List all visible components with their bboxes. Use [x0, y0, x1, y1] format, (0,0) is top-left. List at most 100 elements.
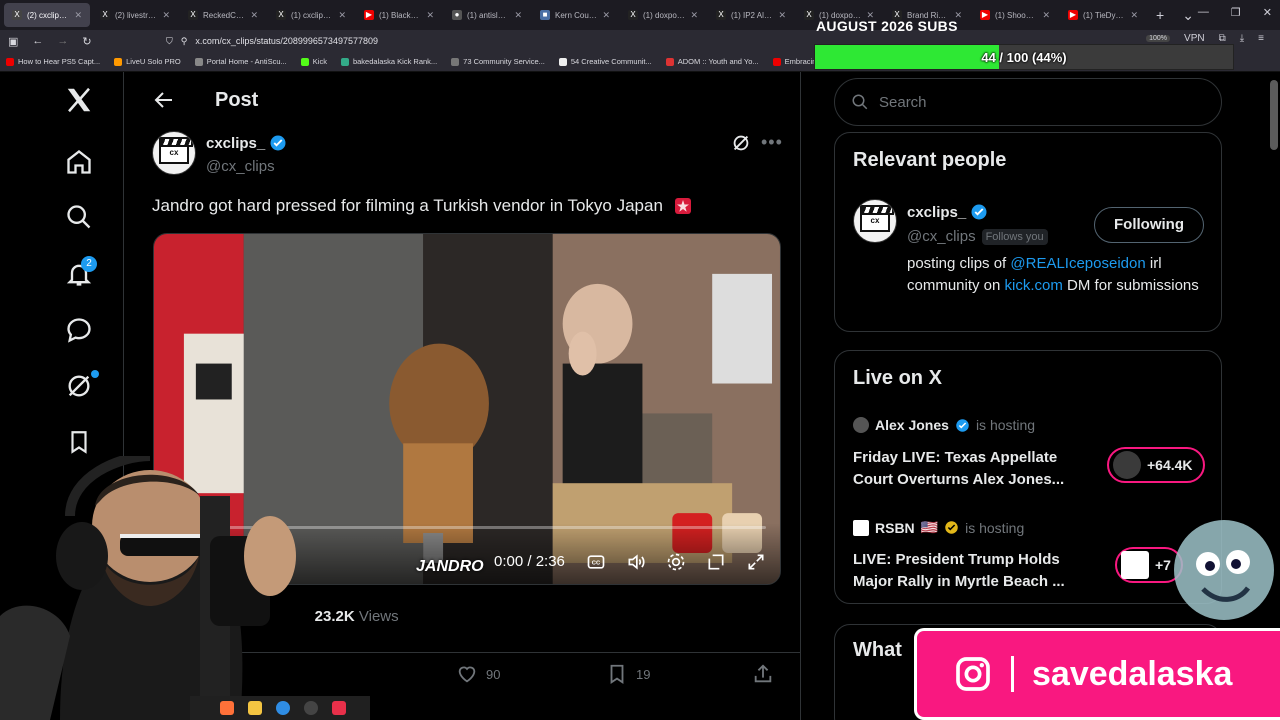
tab-label: (1) antislave.com	[467, 10, 510, 20]
browser-tab[interactable]: X (2) cxclips_ on X ✕	[4, 3, 90, 27]
bookmark-item[interactable]: LiveU Solo PRO	[114, 57, 181, 66]
bookmark-button[interactable]: 19	[606, 663, 650, 685]
search-icon[interactable]	[63, 201, 95, 233]
reload-button[interactable]: ↻	[82, 35, 91, 48]
bookmark-favicon-icon	[6, 57, 14, 66]
file-explorer-taskbar-icon[interactable]	[248, 701, 262, 715]
live-host-row[interactable]: RSBN 🇺🇸 is hosting	[853, 519, 1024, 536]
fullscreen-icon[interactable]	[746, 552, 766, 572]
hosting-label: is hosting	[965, 519, 1025, 536]
tab-close-icon[interactable]: ✕	[514, 10, 522, 21]
search-icon	[852, 94, 868, 110]
browser-tab[interactable]: X ReckedClips on X ✕	[180, 3, 266, 27]
scrollbar-thumb[interactable]	[1270, 80, 1278, 150]
downloads-icon[interactable]: ⤓	[1240, 33, 1244, 44]
live-listeners-pill[interactable]: +64.4K	[1107, 447, 1205, 483]
edge-taskbar-icon[interactable]	[276, 701, 290, 715]
tab-favicon-icon: X	[716, 10, 726, 20]
tab-close-icon[interactable]: ✕	[426, 10, 434, 21]
browser-tab[interactable]: X (1) doxpopolie on ✕	[620, 3, 706, 27]
share-button[interactable]	[752, 663, 774, 685]
live-host-row[interactable]: Alex Jones is hosting	[853, 417, 1035, 433]
hosting-label: is hosting	[975, 417, 1036, 433]
tab-close-icon[interactable]: ✕	[250, 10, 258, 21]
tab-favicon-icon: ■	[540, 10, 550, 20]
back-button[interactable]: ←	[32, 35, 43, 47]
bookmark-item[interactable]: 54 Creative Communit...	[558, 57, 652, 66]
firefox-taskbar-icon[interactable]	[220, 701, 234, 715]
app-taskbar-icon[interactable]	[332, 701, 346, 715]
tab-close-icon[interactable]: ✕	[74, 10, 82, 21]
url-bar[interactable]: ⛉ ⚲ x.com/cx_clips/status/20899965734975…	[166, 32, 806, 50]
relevant-people-title: Relevant people	[853, 149, 1007, 171]
bookmark-item[interactable]: How to Hear PS5 Capt...	[6, 57, 100, 66]
tab-close-icon[interactable]: ✕	[690, 10, 698, 21]
tab-label: (1) BlackAssDave	[379, 10, 421, 20]
bookmark-item[interactable]: 73 Community Service...	[451, 57, 545, 66]
bookmark-label: bakedalaska Kick Rank...	[352, 57, 438, 66]
bookmark-nav-icon[interactable]	[63, 426, 95, 458]
live-item-title[interactable]: Friday LIVE: Texas Appellate Court Overt…	[853, 447, 1093, 491]
bookmark-item[interactable]: Kick	[300, 57, 327, 66]
messages-icon[interactable]	[63, 314, 95, 346]
bio-url-link[interactable]: kick.com	[1005, 277, 1063, 294]
tab-close-icon[interactable]: ✕	[338, 10, 346, 21]
pip-icon[interactable]	[706, 552, 726, 572]
author-handle[interactable]: @cx_clips	[206, 158, 275, 175]
tab-label: ReckedClips on X	[203, 10, 246, 20]
tab-close-icon[interactable]: ✕	[162, 10, 170, 21]
tab-close-icon[interactable]: ✕	[602, 10, 610, 21]
menu-icon[interactable]: ≡	[1258, 33, 1264, 44]
captions-icon[interactable]: CC	[586, 552, 606, 572]
bookmark-favicon-icon	[451, 57, 460, 66]
post-header: Post	[124, 72, 800, 128]
browser-tab[interactable]: X (1) cxclips_ on X ✕	[268, 3, 354, 27]
bookmark-favicon-icon	[665, 57, 674, 66]
site-info-icon[interactable]: ⚲	[181, 36, 188, 47]
bio-mention-link[interactable]: @REALIceposeidon	[1010, 255, 1145, 272]
x-logo-icon[interactable]	[63, 84, 95, 116]
following-button[interactable]: Following	[1094, 207, 1204, 243]
close-window-button[interactable]: ✕	[1263, 6, 1272, 19]
instagram-banner: savedalaska	[914, 628, 1280, 720]
tab-favicon-icon: X	[804, 10, 814, 20]
bookmark-label: ADOM :: Youth and Yo...	[677, 57, 759, 66]
banner-separator	[1011, 656, 1014, 692]
browser-tab[interactable]: X (2) livestreamclips ✕	[92, 3, 178, 27]
tab-favicon-icon: X	[628, 10, 638, 20]
bookmark-item[interactable]: Portal Home - AntiScu...	[194, 57, 287, 66]
forward-button[interactable]: →	[57, 35, 68, 47]
more-options-icon[interactable]: •••	[761, 132, 783, 153]
back-arrow-icon[interactable]	[152, 88, 176, 112]
sidebar-toggle-icon[interactable]: ▣	[8, 35, 18, 48]
volume-icon[interactable]	[626, 552, 646, 572]
browser-tab[interactable]: ● (1) antislave.com ✕	[444, 3, 530, 27]
subs-goal-title: AUGUST 2026 SUBS	[816, 18, 958, 34]
relevant-avatar[interactable]: cx	[853, 199, 897, 243]
like-button[interactable]: 90	[456, 663, 500, 685]
pill-avatar	[1113, 451, 1141, 479]
obs-taskbar-icon[interactable]	[304, 701, 318, 715]
verified-badge-icon	[971, 204, 987, 220]
author-name[interactable]: cxclips_	[206, 134, 287, 152]
host-name: Alex Jones	[875, 417, 949, 433]
tab-close-icon[interactable]: ✕	[778, 10, 786, 21]
grok-explain-icon[interactable]	[730, 132, 752, 159]
listener-count: +64.4K	[1147, 457, 1193, 473]
search-input[interactable]: Search	[834, 78, 1222, 126]
bookmark-item[interactable]: ADOM :: Youth and Yo...	[665, 57, 759, 66]
video-time: 0:00 / 2:36	[494, 553, 565, 570]
bookmark-item[interactable]: bakedalaska Kick Rank...	[340, 57, 438, 66]
browser-tab[interactable]: ▶ (1) BlackAssDave ✕	[356, 3, 442, 27]
tab-favicon-icon: X	[188, 10, 198, 20]
browser-tab[interactable]: X (1) IP2 Always Win ✕	[708, 3, 794, 27]
author-avatar[interactable]: cx	[152, 131, 196, 175]
live-on-x-card: Live on X Alex Jones is hosting Friday L…	[834, 350, 1222, 604]
home-icon[interactable]	[63, 146, 95, 178]
relevant-name[interactable]: cxclips_	[907, 203, 988, 221]
subs-goal-overlay: AUGUST 2026 SUBS 44 / 100 (44%)	[814, 16, 1234, 72]
browser-tab[interactable]: ■ Kern County District ✕	[532, 3, 618, 27]
live-item-title[interactable]: LIVE: President Trump Holds Major Rally …	[853, 549, 1093, 593]
relevant-handle[interactable]: @cx_clips	[907, 228, 976, 245]
settings-gear-icon[interactable]	[666, 552, 686, 572]
